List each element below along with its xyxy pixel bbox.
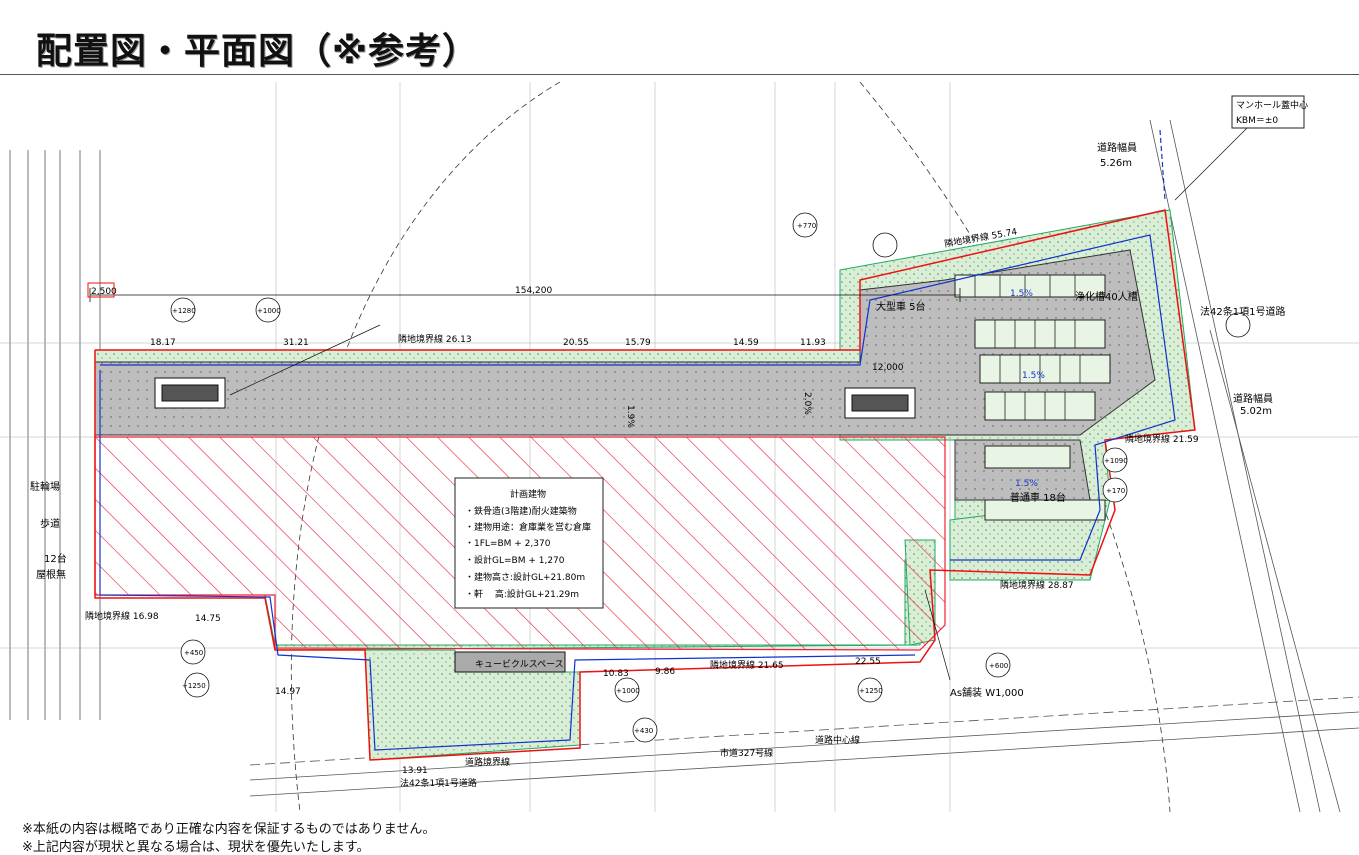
left-count-label: 12台 <box>44 552 67 565</box>
segment-10: 22.55 <box>855 657 881 667</box>
slope-2: 1.5% <box>1015 479 1038 489</box>
slope-1: 1.5% <box>1022 371 1045 381</box>
segment-11: 13.91 <box>402 766 428 776</box>
road-bottom-label: 法42条1項1号道路 <box>400 777 477 789</box>
road-center-label: 道路中心線 <box>815 734 860 746</box>
dimension-12000: 12,000 <box>872 363 904 373</box>
level-5: +1250 <box>182 682 206 690</box>
dimension-left: 2,500 <box>91 287 117 297</box>
segment-3: 14.59 <box>733 338 759 348</box>
boundary-b4: 隣地境界線 28.87 <box>1000 579 1074 591</box>
segment-7: 14.97 <box>275 687 301 697</box>
manhole-line1: マンホール蓋中心 <box>1236 99 1308 111</box>
road-width-right-label: 道路幅員 <box>1233 392 1273 405</box>
info-line4: ・設計GL=BM + 1,270 <box>465 554 565 566</box>
boundary-b5: 隣地境界線 21.65 <box>710 659 784 671</box>
level-3: +1090 <box>1104 457 1128 465</box>
level-4: +170 <box>1106 487 1125 495</box>
slope-0: 1.5% <box>1010 289 1033 299</box>
info-line5: ・建物高さ:設計GL+21.80m <box>465 571 585 583</box>
level-7: +1250 <box>859 687 883 695</box>
segment-8: 10.83 <box>603 669 629 679</box>
level-1: +1000 <box>257 307 281 315</box>
level-6: +1000 <box>616 687 640 695</box>
parking-large-label: 大型車 5台 <box>876 300 926 313</box>
footer-note-1: ※本紙の内容は概略であり正確な内容を保証するものではありません。 <box>22 822 436 837</box>
septic-label: 浄化槽40人槽 <box>1075 290 1138 303</box>
level-8: +600 <box>989 662 1008 670</box>
road-width-top-label: 道路幅員 <box>1097 141 1137 154</box>
road-right-label: 法42条1項1号道路 <box>1200 305 1285 318</box>
left-road-lines <box>9 150 101 720</box>
manhole-line2: KBM＝±0 <box>1236 116 1278 126</box>
boundary-b2: 隣地境界線 26.13 <box>398 333 472 345</box>
boundary-b6: 隣地境界線 16.98 <box>85 610 159 622</box>
info-line3: ・1FL=BM + 2,370 <box>465 539 551 549</box>
cubicle-label: キュービクルスペース <box>475 659 564 670</box>
slope-3: 1.9% <box>625 405 635 428</box>
road-width-top-value: 5.26m <box>1100 158 1132 169</box>
segment-0: 31.21 <box>283 338 309 348</box>
boundary-b7: 道路境界線 <box>465 756 510 768</box>
left-bike-label: 駐輪場 <box>30 480 60 493</box>
level-9: +450 <box>184 649 203 657</box>
level-0: +1280 <box>172 307 196 315</box>
boundary-b3: 隣地境界線 21.59 <box>1125 433 1199 445</box>
info-title: 計画建物 <box>510 488 546 500</box>
page-title: 配置図・平面図（※参考） <box>36 31 479 72</box>
segment-5: 18.17 <box>150 338 176 348</box>
as-paving-label: As舗装 W1,000 <box>950 686 1024 699</box>
parking-small-label: 普通車 18台 <box>1010 491 1066 504</box>
level-10: +430 <box>634 727 653 735</box>
segment-6: 14.75 <box>195 614 221 624</box>
title-rule <box>0 74 1359 75</box>
segment-1: 20.55 <box>563 338 589 348</box>
segment-2: 15.79 <box>625 338 651 348</box>
level-2: +770 <box>797 222 816 230</box>
left-roof-label: 屋根無 <box>36 568 66 581</box>
site-plan-drawing: 計画建物 ・鉄骨造(3階建)耐火建築物 ・建物用途：倉庫業を営む倉庫 ・1FL=… <box>0 82 1359 812</box>
segment-4: 11.93 <box>800 338 826 348</box>
road-width-right-value: 5.02m <box>1240 406 1272 417</box>
slope-4: 2.0% <box>802 392 812 415</box>
footer-note-2: ※上記内容が現状と異なる場合は、現状を優先いたします。 <box>22 840 370 855</box>
info-line6: ・軒 高:設計GL+21.29m <box>465 588 579 600</box>
city-road-label: 市道327号線 <box>720 747 773 759</box>
left-walk-label: 歩道 <box>40 517 60 530</box>
info-line2: ・建物用途：倉庫業を営む倉庫 <box>465 521 591 533</box>
segment-9: 9.86 <box>655 667 675 677</box>
info-line1: ・鉄骨造(3階建)耐火建築物 <box>465 505 577 517</box>
dimension-total: 154,200 <box>515 286 552 296</box>
